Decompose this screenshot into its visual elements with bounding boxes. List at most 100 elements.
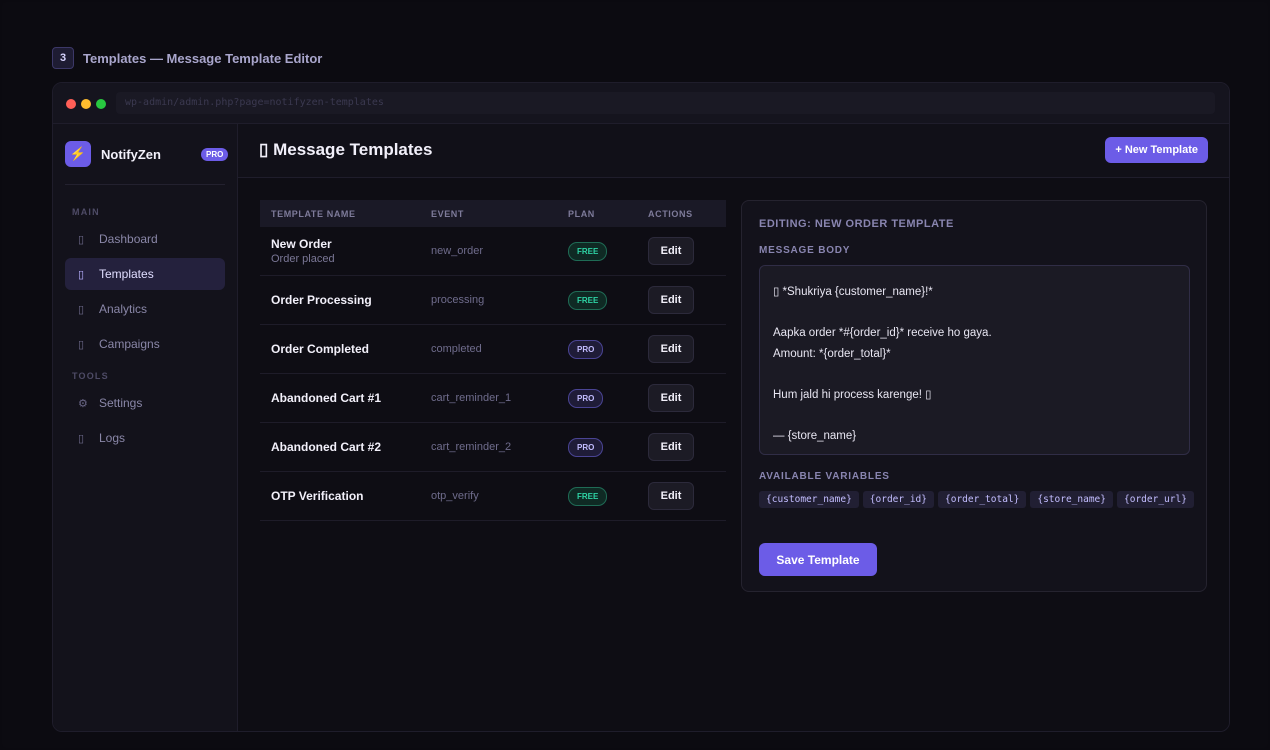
lightning-logo-icon: ⚡ <box>65 141 91 167</box>
column-header-actions: ACTIONS <box>648 208 693 219</box>
template-name: OTP Verification <box>271 489 364 503</box>
analytics-icon: ▯ <box>78 303 85 316</box>
sidebar: ⚡ NotifyZen PRO MAIN ▯ Dashboard ▯ Templ… <box>53 124 238 731</box>
template-name: Abandoned Cart #1 <box>271 391 382 405</box>
edit-button[interactable]: Edit <box>648 433 694 461</box>
step-header: 3 Templates — Message Template Editor <box>52 47 322 69</box>
close-window-dot[interactable] <box>66 99 76 109</box>
gear-icon: ⚙ <box>78 397 88 410</box>
message-line: Amount: *{order_total}* <box>773 347 891 360</box>
plan-badge: FREE <box>568 242 608 261</box>
edit-button[interactable]: Edit <box>648 237 694 265</box>
sidebar-item-label: Analytics <box>99 302 148 316</box>
variable-chip[interactable]: {store_name} <box>1030 491 1113 508</box>
table-row: Order Processing processing FREE Edit <box>260 276 726 325</box>
column-header-name: TEMPLATE NAME <box>271 208 356 219</box>
message-line <box>773 303 1176 324</box>
table-row: Order Completed completed PRO Edit <box>260 325 726 374</box>
edit-button[interactable]: Edit <box>648 286 694 314</box>
template-name: Order Processing <box>271 293 372 307</box>
sidebar-item-templates[interactable]: ▯ Templates <box>65 258 225 290</box>
event-cell: completed <box>431 343 482 355</box>
template-name-cell: New Order Order placed <box>271 237 335 265</box>
grid-icon: ▯ <box>78 233 85 246</box>
message-line: Aapka order *#{order_id}* receive ho gay… <box>773 327 992 339</box>
brand-name: NotifyZen <box>101 146 161 162</box>
template-name: Abandoned Cart #2 <box>271 440 382 454</box>
sidebar-item-analytics[interactable]: ▯ Analytics <box>65 293 225 325</box>
variable-chip[interactable]: {order_id} <box>862 491 934 508</box>
minimize-window-dot[interactable] <box>81 99 91 109</box>
step-title: Templates — Message Template Editor <box>83 50 323 66</box>
available-variables-label: AVAILABLE VARIABLES <box>759 471 890 482</box>
address-bar[interactable]: wp-admin/admin.php?page=notifyzen-templa… <box>116 92 1215 114</box>
template-name-cell: Abandoned Cart #2 <box>271 440 381 454</box>
section-label-main: MAIN <box>72 207 100 217</box>
sidebar-item-label: Settings <box>99 396 143 410</box>
template-name-cell: Order Processing <box>271 293 372 307</box>
page-title: ▯ Message Templates <box>259 140 433 159</box>
new-template-button[interactable]: + New Template <box>1105 137 1208 163</box>
message-line: — {store_name} <box>773 429 857 442</box>
logs-icon: ▯ <box>78 432 85 445</box>
variable-chip[interactable]: {order_url} <box>1117 491 1194 508</box>
campaign-icon: ▯ <box>78 338 85 351</box>
plan-badge: PRO <box>568 340 604 359</box>
event-cell: otp_verify <box>431 490 479 502</box>
sidebar-item-label: Dashboard <box>99 232 158 246</box>
editor-title: EDITING: NEW ORDER TEMPLATE <box>759 218 954 230</box>
template-name: New Order <box>271 237 332 251</box>
table-row: Abandoned Cart #1 cart_reminder_1 PRO Ed… <box>260 374 726 423</box>
event-cell: cart_reminder_1 <box>431 392 512 404</box>
message-body-label: MESSAGE BODY <box>759 245 851 256</box>
plan-cell: PRO <box>568 339 604 359</box>
message-line <box>773 405 1176 426</box>
event-cell: new_order <box>431 245 483 257</box>
brand: ⚡ NotifyZen PRO <box>65 141 229 167</box>
sidebar-item-settings[interactable]: ⚙ Settings <box>65 387 225 419</box>
template-icon: ▯ <box>78 268 85 281</box>
section-label-tools: TOOLS <box>72 371 109 381</box>
template-name: Order Completed <box>271 342 370 356</box>
template-description: Order placed <box>271 253 335 265</box>
plan-badge: FREE <box>568 487 608 506</box>
maximize-window-dot[interactable] <box>96 99 106 109</box>
template-name-cell: Abandoned Cart #1 <box>271 391 381 405</box>
sidebar-item-logs[interactable]: ▯ Logs <box>65 422 225 454</box>
template-name-cell: Order Completed <box>271 342 369 356</box>
message-line: Hum jald hi process karenge! ▯ <box>773 388 932 401</box>
plan-cell: PRO <box>568 388 604 408</box>
plan-badge: PRO <box>568 389 604 408</box>
pro-badge: PRO <box>201 147 229 161</box>
step-number-badge: 3 <box>52 47 74 69</box>
event-cell: cart_reminder_2 <box>431 441 512 453</box>
column-header-event: EVENT <box>431 208 465 219</box>
variable-chip[interactable]: {customer_name} <box>759 491 859 508</box>
browser-titlebar: wp-admin/admin.php?page=notifyzen-templa… <box>53 83 1229 124</box>
plan-cell: FREE <box>568 486 608 506</box>
edit-button[interactable]: Edit <box>648 482 694 510</box>
column-header-plan: PLAN <box>568 208 595 219</box>
sidebar-item-dashboard[interactable]: ▯ Dashboard <box>65 223 225 255</box>
table-row: OTP Verification otp_verify FREE Edit <box>260 472 726 521</box>
plan-badge: FREE <box>568 291 608 310</box>
event-cell: processing <box>431 294 485 306</box>
table-row: Abandoned Cart #2 cart_reminder_2 PRO Ed… <box>260 423 726 472</box>
edit-button[interactable]: Edit <box>648 335 694 363</box>
message-line: ▯ *Shukriya {customer_name}!* <box>773 286 933 298</box>
edit-button[interactable]: Edit <box>648 384 694 412</box>
plan-cell: FREE <box>568 241 608 261</box>
sidebar-item-campaigns[interactable]: ▯ Campaigns <box>65 328 225 360</box>
sidebar-item-label: Campaigns <box>99 337 160 351</box>
sidebar-item-label: Templates <box>99 267 154 281</box>
variable-chip[interactable]: {order_total} <box>938 491 1027 508</box>
save-template-button[interactable]: Save Template <box>759 543 877 576</box>
plan-cell: FREE <box>568 290 608 310</box>
message-line <box>773 364 1176 385</box>
main-content: ▯ Message Templates + New Template TEMPL… <box>238 124 1229 731</box>
variable-chips: {customer_name} {order_id} {order_total} {s… <box>759 489 1199 513</box>
message-body-textarea[interactable]: ▯ *Shukriya {customer_name}!* Aapka orde… <box>759 265 1190 455</box>
page-header: ▯ Message Templates + New Template <box>238 124 1229 178</box>
templates-table: TEMPLATE NAME EVENT PLAN ACTIONS New Ord… <box>260 200 726 521</box>
plan-badge: PRO <box>568 438 604 457</box>
